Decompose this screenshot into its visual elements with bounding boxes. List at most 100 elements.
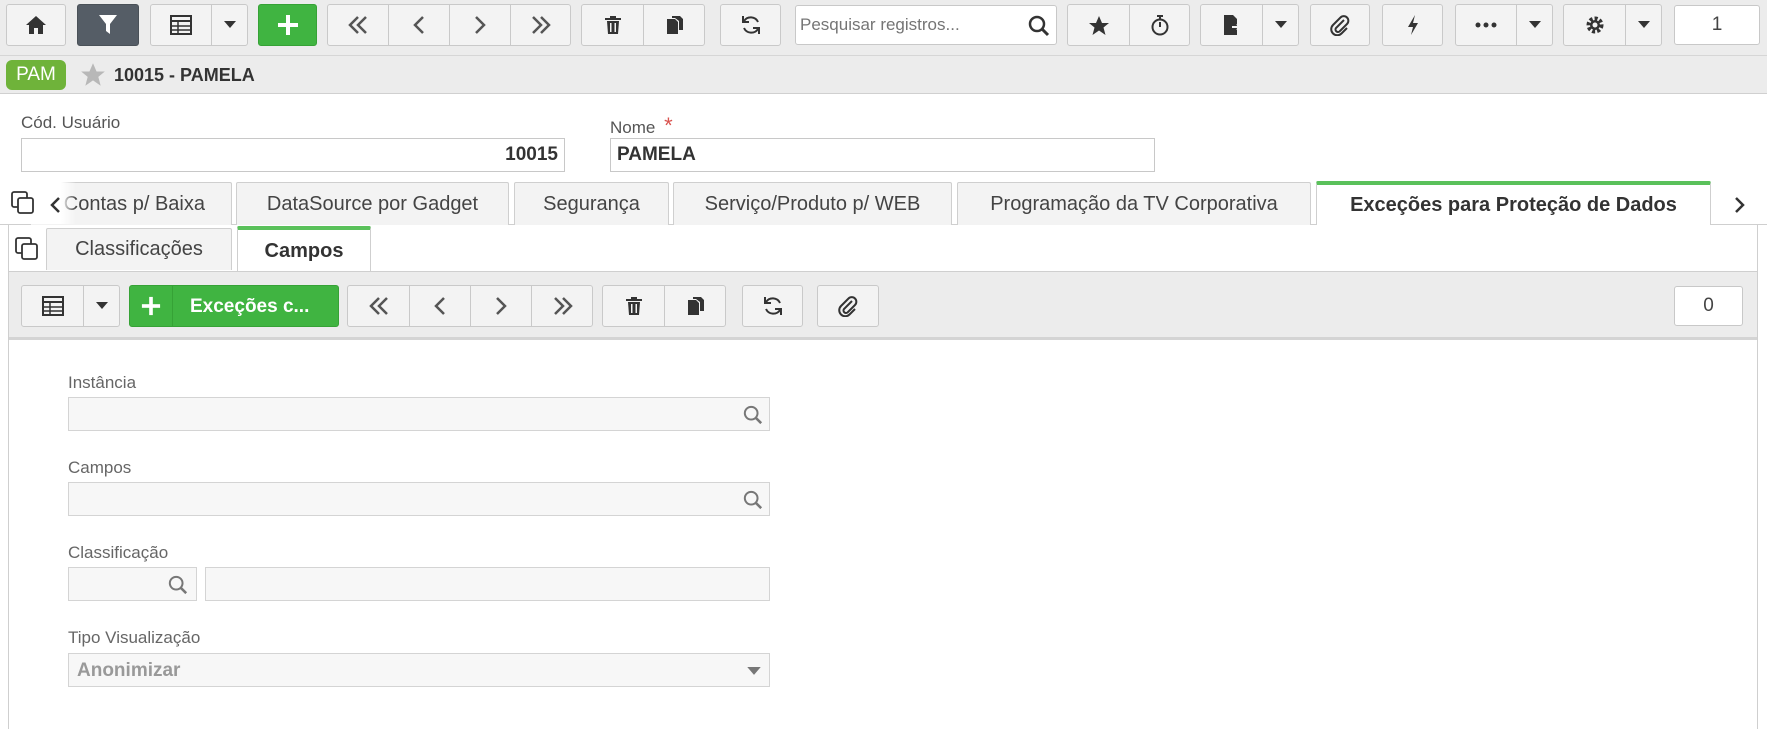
windows-icon bbox=[15, 237, 38, 260]
star-icon bbox=[1088, 15, 1109, 35]
report-button-group bbox=[1200, 4, 1299, 46]
home-icon bbox=[26, 16, 46, 34]
classificacao-description-field[interactable] bbox=[205, 567, 770, 601]
double-chevron-left-icon bbox=[348, 16, 367, 34]
sub-grid-view-button[interactable] bbox=[22, 286, 83, 326]
trash-icon bbox=[625, 297, 642, 315]
more-dropdown-button[interactable] bbox=[1517, 5, 1553, 45]
favorite-button[interactable] bbox=[1068, 5, 1129, 45]
subtab-campos[interactable]: Campos bbox=[237, 226, 371, 272]
search-icon[interactable] bbox=[743, 405, 763, 425]
copy-icon bbox=[666, 16, 683, 34]
tab-datasource-gadget[interactable]: DataSource por Gadget bbox=[236, 182, 509, 226]
sub-view-dropdown-button[interactable] bbox=[84, 286, 120, 326]
filter-button[interactable] bbox=[77, 4, 139, 46]
delete-button[interactable] bbox=[582, 5, 643, 45]
file-export-icon bbox=[1223, 15, 1241, 35]
chevron-right-icon bbox=[496, 297, 507, 315]
subtoolbar: Exceções c... 0 bbox=[9, 271, 1757, 340]
search-icon[interactable] bbox=[1028, 15, 1050, 37]
settings-dropdown-button[interactable] bbox=[1626, 5, 1662, 45]
campos-label: Campos bbox=[68, 458, 132, 477]
add-button[interactable] bbox=[258, 4, 317, 46]
tab-label: Serviço/Produto p/ WEB bbox=[704, 193, 921, 215]
more-button-group bbox=[1455, 4, 1553, 46]
next-record-button[interactable] bbox=[450, 5, 510, 45]
classificacao-code-field[interactable] bbox=[68, 567, 197, 601]
sub-last-record-button[interactable] bbox=[532, 286, 593, 326]
sub-refresh-button[interactable] bbox=[742, 285, 803, 327]
tab-label: Segurança bbox=[543, 193, 640, 215]
expand-tabs-icon-overlay[interactable] bbox=[10, 190, 36, 221]
sub-duplicate-button[interactable] bbox=[665, 286, 726, 326]
duplicate-button[interactable] bbox=[644, 5, 705, 45]
search-box bbox=[795, 5, 1057, 45]
filter-icon bbox=[99, 15, 117, 34]
nome-field[interactable]: PAMELA bbox=[610, 138, 1155, 172]
sub-attachment-button[interactable] bbox=[817, 285, 879, 327]
sub-previous-record-button[interactable] bbox=[410, 286, 470, 326]
sub-delete-button[interactable] bbox=[603, 286, 664, 326]
favorite-star-icon[interactable] bbox=[80, 62, 106, 87]
edit-button-group bbox=[581, 4, 705, 46]
more-options-button[interactable] bbox=[1456, 5, 1516, 45]
chevron-right-icon bbox=[1735, 197, 1745, 213]
sub-next-record-button[interactable] bbox=[471, 286, 531, 326]
plus-icon bbox=[277, 15, 298, 35]
classificacao-label: Classificação bbox=[68, 543, 169, 562]
attachment-button[interactable] bbox=[1310, 4, 1370, 46]
subtab-label: Campos bbox=[264, 239, 344, 262]
tipo-visualizacao-select[interactable]: Anonimizar bbox=[68, 653, 770, 687]
chevron-left-icon bbox=[413, 16, 424, 34]
actions-button[interactable] bbox=[1382, 4, 1443, 46]
caret-down-icon bbox=[1529, 21, 1541, 28]
instancia-field[interactable] bbox=[68, 397, 770, 431]
tab-excecoes-protecao-dados[interactable]: Exceções para Proteção de Dados bbox=[1316, 181, 1711, 226]
refresh-button[interactable] bbox=[720, 4, 781, 46]
tab-label: Programação da TV Corporativa bbox=[990, 193, 1278, 215]
view-dropdown-button[interactable] bbox=[212, 5, 248, 45]
cod-usuario-field[interactable]: 10015 bbox=[21, 138, 565, 172]
report-button[interactable] bbox=[1201, 5, 1262, 45]
add-exception-button[interactable]: Exceções c... bbox=[129, 285, 339, 327]
favorites-timer-group bbox=[1067, 4, 1190, 46]
copy-icon bbox=[687, 297, 704, 315]
record-count: 1 bbox=[1674, 5, 1760, 45]
subtab-label: Classificações bbox=[75, 238, 203, 260]
expand-subtabs-button[interactable] bbox=[14, 236, 40, 267]
windows-icon bbox=[11, 191, 34, 214]
tipo-visualizacao-label: Tipo Visualização bbox=[68, 628, 201, 647]
sub-first-record-button[interactable] bbox=[348, 286, 409, 326]
user-badge: PAM bbox=[6, 60, 66, 90]
grid-icon bbox=[170, 15, 192, 35]
gear-icon bbox=[1586, 16, 1603, 34]
caret-down-icon bbox=[747, 667, 761, 675]
timer-button[interactable] bbox=[1130, 5, 1190, 45]
first-record-button[interactable] bbox=[328, 5, 388, 45]
trash-icon bbox=[604, 16, 621, 34]
add-exception-icon-wrap bbox=[130, 286, 172, 326]
last-record-button[interactable] bbox=[511, 5, 571, 45]
subtab-classificacoes[interactable]: Classificações bbox=[46, 228, 232, 270]
tabs-scroll-right-button[interactable] bbox=[1728, 192, 1752, 218]
sub-view-button-group bbox=[21, 285, 120, 327]
tab-seguranca[interactable]: Segurança bbox=[514, 182, 669, 226]
home-button[interactable] bbox=[6, 4, 66, 46]
stopwatch-icon bbox=[1151, 15, 1169, 36]
paperclip-icon bbox=[1330, 15, 1350, 36]
caret-down-icon bbox=[224, 21, 236, 28]
search-icon[interactable] bbox=[168, 575, 188, 595]
tabs-scroll-left-overlay[interactable] bbox=[44, 192, 66, 218]
tab-servico-produto-web[interactable]: Serviço/Produto p/ WEB bbox=[673, 182, 952, 226]
settings-button[interactable] bbox=[1564, 5, 1625, 45]
search-input[interactable] bbox=[800, 10, 1020, 40]
search-icon[interactable] bbox=[743, 490, 763, 510]
previous-record-button[interactable] bbox=[389, 5, 449, 45]
chevron-right-icon bbox=[475, 16, 486, 34]
sub-record-count: 0 bbox=[1674, 286, 1743, 326]
report-dropdown-button[interactable] bbox=[1263, 5, 1299, 45]
campos-field[interactable] bbox=[68, 482, 770, 516]
sub-navigation-group bbox=[347, 285, 593, 327]
grid-view-button[interactable] bbox=[151, 5, 211, 45]
tab-programacao-tv[interactable]: Programação da TV Corporativa bbox=[957, 182, 1311, 226]
